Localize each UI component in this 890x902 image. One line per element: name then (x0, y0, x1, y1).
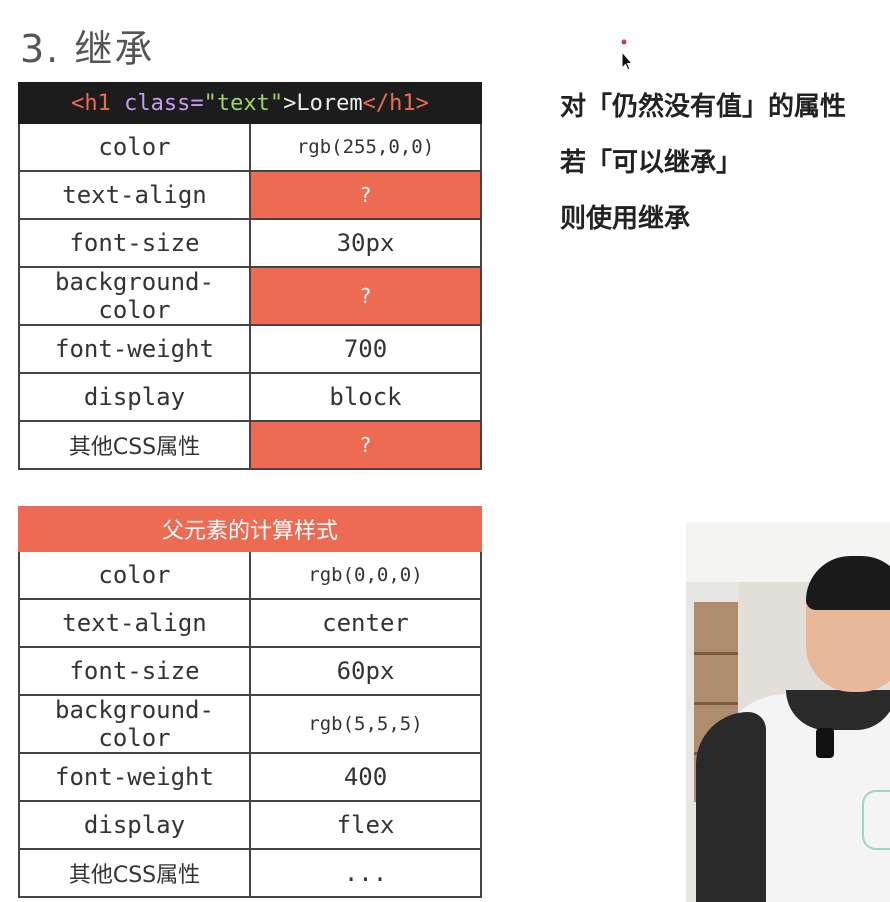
value-cell: 60px (249, 646, 482, 696)
code-end-tag: </h1> (362, 90, 429, 116)
table-row: color rgb(0,0,0) (18, 550, 482, 600)
property-cell: background-color (18, 694, 251, 754)
webcam-shelf-board (694, 702, 738, 705)
property-cell: text-align (18, 170, 251, 220)
value-cell: rgb(255,0,0) (249, 122, 482, 172)
property-cell: 其他CSS属性 (18, 848, 251, 898)
webcam-shelf-board (694, 652, 738, 655)
value-cell: block (249, 372, 482, 422)
code-tag-open: <h1 (71, 90, 111, 116)
value-cell: center (249, 598, 482, 648)
table-row: display flex (18, 800, 482, 850)
parent-table-header: 父元素的计算样式 (18, 506, 482, 552)
parent-computed-styles-table: 父元素的计算样式 color rgb(0,0,0) text-align cen… (18, 506, 482, 898)
property-cell: color (18, 550, 251, 600)
arrow-cursor-icon (621, 39, 632, 71)
table-row: text-align ? (18, 170, 482, 220)
slide-title: 3. 继承 (20, 27, 155, 71)
unknown-value-cell: ? (249, 420, 482, 470)
table-row: color rgb(255,0,0) (18, 122, 482, 172)
table-row: font-size 30px (18, 218, 482, 268)
table-row: 其他CSS属性 ? (18, 420, 482, 470)
table-row: font-weight 400 (18, 752, 482, 802)
element-code-header-row: <h1 class="text">Lorem</h1> (18, 82, 482, 124)
presenter-webcam-video (686, 522, 890, 902)
table-row: background-color rgb(5,5,5) (18, 694, 482, 754)
value-cell: 400 (249, 752, 482, 802)
code-attr-value: "text" (203, 90, 284, 116)
code-tag-close: > (283, 90, 297, 116)
property-cell: 其他CSS属性 (18, 420, 251, 470)
table-row: 其他CSS属性 ... (18, 848, 482, 898)
table-row: background-color ? (18, 266, 482, 326)
property-cell: font-weight (18, 324, 251, 374)
table-row: display block (18, 372, 482, 422)
value-cell: rgb(0,0,0) (249, 550, 482, 600)
shirt-logo-icon (862, 790, 890, 850)
value-cell: flex (249, 800, 482, 850)
table-row: font-weight 700 (18, 324, 482, 374)
element-code-header: <h1 class="text">Lorem</h1> (18, 82, 482, 124)
code-attr: class= (110, 90, 204, 116)
unknown-value-cell: ? (249, 170, 482, 220)
table-row: text-align center (18, 598, 482, 648)
value-cell: rgb(5,5,5) (249, 694, 482, 754)
value-cell: 30px (249, 218, 482, 268)
property-cell: font-size (18, 218, 251, 268)
unknown-value-cell: ? (249, 266, 482, 326)
note-line: 若「可以继承」 (560, 148, 743, 178)
element-styles-table: <h1 class="text">Lorem</h1> color rgb(25… (18, 82, 482, 470)
parent-header-row: 父元素的计算样式 (18, 506, 482, 552)
value-cell: 700 (249, 324, 482, 374)
property-cell: color (18, 122, 251, 172)
presenter-sleeve (696, 712, 766, 902)
code-text: Lorem (296, 90, 363, 116)
property-cell: text-align (18, 598, 251, 648)
inheritance-notes: 对「仍然没有值」的属性 若「可以继承」 则使用继承 (560, 84, 890, 252)
property-cell: display (18, 372, 251, 422)
note-line: 对「仍然没有值」的属性 (560, 92, 847, 122)
note-line: 则使用继承 (560, 204, 691, 234)
table-row: font-size 60px (18, 646, 482, 696)
property-cell: display (18, 800, 251, 850)
lapel-mic-icon (816, 728, 834, 758)
property-cell: background-color (18, 266, 251, 326)
property-cell: font-weight (18, 752, 251, 802)
value-cell: ... (249, 848, 482, 898)
property-cell: font-size (18, 646, 251, 696)
